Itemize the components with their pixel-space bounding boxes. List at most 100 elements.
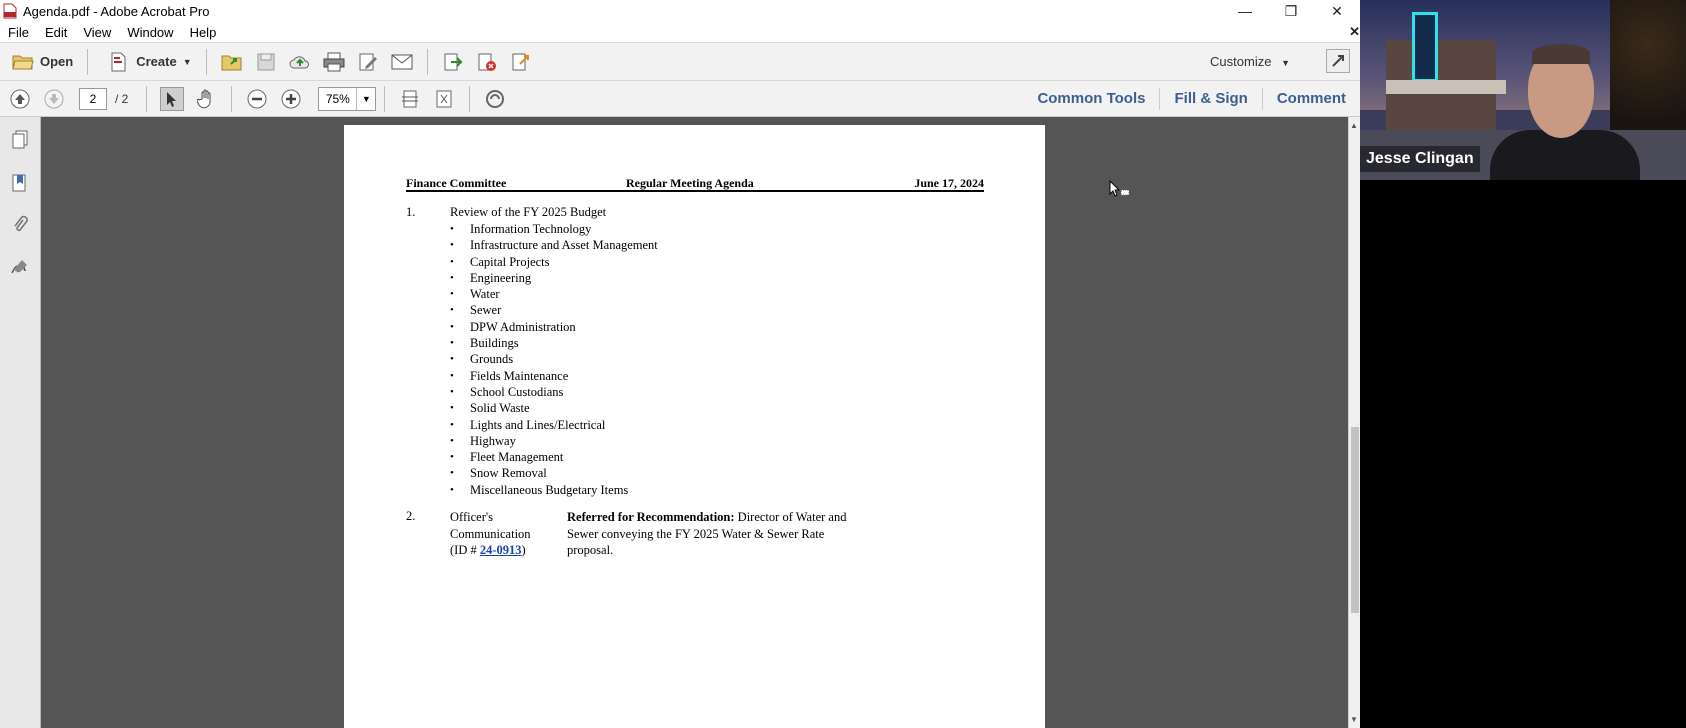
list-item: • Snow Removal bbox=[450, 466, 547, 481]
export-folder-icon[interactable] bbox=[220, 50, 244, 74]
toolbar-separator bbox=[384, 85, 386, 112]
zoom-in-icon[interactable] bbox=[279, 87, 303, 111]
pdf-file-icon bbox=[3, 3, 17, 19]
chevron-down-icon: ▼ bbox=[182, 56, 192, 67]
page-total: / 2 bbox=[115, 91, 129, 106]
list-item: • Engineering bbox=[450, 270, 532, 285]
list-item: • Capital Projects bbox=[450, 254, 550, 269]
zoom-value: 75% bbox=[319, 87, 358, 110]
close-window-button[interactable]: ✕ bbox=[1314, 0, 1360, 22]
list-item: • School Custodians bbox=[450, 384, 564, 399]
list-item: • Fleet Management bbox=[450, 450, 564, 465]
title-bar: Agenda.pdf - Adobe Acrobat Pro — ❐ ✕ bbox=[0, 0, 1360, 22]
menu-help[interactable]: Help bbox=[182, 25, 225, 40]
toolbar-separator bbox=[231, 85, 233, 112]
comment-link[interactable]: Comment bbox=[1261, 88, 1360, 110]
mouse-cursor-icon bbox=[1109, 179, 1131, 203]
item-description: Referred for Recommendation: Director of… bbox=[567, 510, 847, 557]
next-page-icon[interactable] bbox=[42, 87, 66, 111]
select-cursor-icon[interactable] bbox=[160, 86, 185, 111]
list-item: • Solid Waste bbox=[450, 401, 530, 416]
email-icon[interactable] bbox=[390, 50, 414, 74]
restore-icon: ❐ bbox=[1284, 2, 1298, 19]
expand-icon[interactable] bbox=[1326, 49, 1350, 73]
acrobat-window: Agenda.pdf - Adobe Acrobat Pro — ❐ ✕ Fil… bbox=[0, 0, 1360, 728]
video-participant-tile: Jesse Clingan bbox=[1360, 0, 1686, 180]
zoom-out-icon[interactable] bbox=[245, 87, 269, 111]
document-viewer[interactable]: Finance Committee Regular Meeting Agenda… bbox=[41, 117, 1348, 728]
item-id-link[interactable]: 24-0913 bbox=[480, 543, 522, 557]
minimize-icon: — bbox=[1238, 3, 1252, 19]
customize-dropdown[interactable]: Customize ▼ bbox=[1210, 54, 1290, 69]
fit-width-icon[interactable] bbox=[398, 87, 422, 111]
folder-open-icon bbox=[11, 50, 35, 74]
minimize-button[interactable]: — bbox=[1222, 0, 1268, 22]
hand-tool-icon[interactable] bbox=[194, 87, 218, 111]
delete-page-icon[interactable] bbox=[475, 50, 499, 74]
item-number: 1. bbox=[406, 205, 416, 219]
toolbar-separator bbox=[87, 48, 89, 75]
cloud-upload-icon[interactable] bbox=[288, 50, 312, 74]
menu-file[interactable]: File bbox=[0, 25, 37, 40]
zoom-level-select[interactable]: 75% ▼ bbox=[318, 86, 377, 111]
menu-bar: File Edit View Window Help ✕ bbox=[0, 22, 1360, 43]
page-number-input[interactable]: 2 bbox=[79, 87, 107, 110]
referred-label: Referred for Recommendation: bbox=[567, 510, 735, 524]
edit-sign-icon[interactable] bbox=[356, 50, 380, 74]
item-category: Officer's Communication (ID # 24-0913) bbox=[450, 510, 531, 557]
fill-sign-link[interactable]: Fill & Sign bbox=[1159, 88, 1261, 110]
toolbar-separator bbox=[205, 48, 207, 75]
print-icon[interactable] bbox=[322, 50, 346, 74]
list-item: • Water bbox=[450, 287, 500, 302]
previous-page-icon[interactable] bbox=[8, 87, 32, 111]
attachments-icon[interactable] bbox=[9, 214, 31, 236]
pdf-page: Finance Committee Regular Meeting Agenda… bbox=[344, 125, 1045, 728]
header-committee: Finance Committee bbox=[406, 176, 507, 190]
read-mode-icon[interactable] bbox=[483, 87, 507, 111]
scroll-thumb[interactable] bbox=[1351, 427, 1359, 613]
chevron-down-icon: ▼ bbox=[1281, 58, 1290, 68]
insert-page-icon[interactable] bbox=[441, 50, 465, 74]
list-item: • Information Technology bbox=[450, 222, 592, 236]
list-item: • Miscellaneous Budgetary Items bbox=[450, 482, 629, 497]
list-item: • DPW Administration bbox=[450, 319, 576, 334]
navigation-pane bbox=[0, 117, 41, 728]
extract-page-icon[interactable] bbox=[509, 50, 533, 74]
open-button[interactable]: Open bbox=[0, 47, 79, 77]
create-button[interactable]: Create ▼ bbox=[96, 47, 197, 77]
signatures-icon[interactable] bbox=[9, 256, 31, 278]
chevron-down-icon: ▼ bbox=[361, 93, 371, 104]
restore-button[interactable]: ❐ bbox=[1268, 0, 1314, 22]
navigation-toolbar: 2 / 2 75% ▼ Common Tools Fill & Sign Com… bbox=[0, 81, 1360, 117]
customize-label: Customize bbox=[1210, 54, 1272, 69]
task-pane-links: Common Tools Fill & Sign Comment bbox=[1023, 81, 1360, 117]
menu-edit[interactable]: Edit bbox=[37, 25, 75, 40]
window-controls: — ❐ ✕ bbox=[1222, 0, 1360, 22]
bookmarks-icon[interactable] bbox=[9, 172, 31, 194]
list-item: • Infrastructure and Asset Management bbox=[450, 238, 658, 253]
open-label: Open bbox=[40, 54, 74, 69]
save-icon[interactable] bbox=[254, 50, 278, 74]
page-thumbnails-icon[interactable] bbox=[9, 129, 31, 151]
window-title: Agenda.pdf - Adobe Acrobat Pro bbox=[23, 3, 210, 19]
create-label: Create bbox=[136, 54, 177, 69]
common-tools-link[interactable]: Common Tools bbox=[1023, 88, 1159, 110]
budget-list: • Information Technology • Infrastructure … bbox=[450, 221, 658, 498]
list-item: • Fields Maintenance bbox=[450, 368, 569, 383]
fit-page-icon[interactable] bbox=[432, 87, 456, 111]
close-document-icon[interactable]: ✕ bbox=[1349, 24, 1360, 40]
vertical-scrollbar[interactable]: ▲ ▼ bbox=[1348, 117, 1360, 728]
toolbar-separator bbox=[469, 85, 471, 112]
main-toolbar: Open Create ▼ Customize ▼ bbox=[0, 43, 1360, 81]
list-item: • Highway bbox=[450, 433, 516, 448]
toolbar-separator bbox=[146, 85, 148, 112]
toolbar-separator bbox=[426, 48, 428, 75]
list-item: • Buildings bbox=[450, 336, 519, 351]
scroll-down-icon[interactable]: ▼ bbox=[1350, 715, 1358, 724]
list-item: • Lights and Lines/Electrical bbox=[450, 417, 606, 432]
participant-name: Jesse Clingan bbox=[1360, 146, 1480, 172]
menu-view[interactable]: View bbox=[75, 25, 119, 40]
scroll-up-icon[interactable]: ▲ bbox=[1350, 121, 1358, 130]
create-pdf-icon bbox=[107, 50, 131, 74]
menu-window[interactable]: Window bbox=[119, 25, 181, 40]
